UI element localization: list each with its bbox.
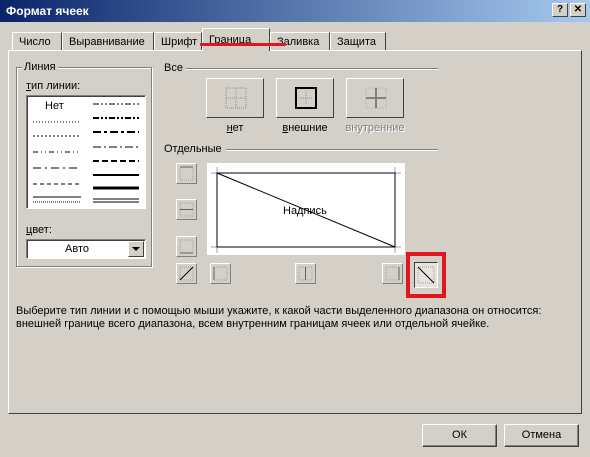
close-button[interactable]: ✕: [570, 3, 586, 17]
preview-text: Надпись: [283, 205, 327, 217]
tab-fill[interactable]: Заливка: [270, 32, 330, 50]
border-right-icon: [385, 266, 400, 281]
diagonal-up-icon: [179, 266, 194, 281]
color-dropdown[interactable]: Авто: [26, 239, 146, 259]
border-diagonal-down-button[interactable]: [414, 262, 438, 288]
ok-button[interactable]: ОК: [422, 424, 497, 447]
tab-protection[interactable]: Защита: [330, 32, 386, 50]
border-left-button[interactable]: [210, 263, 231, 284]
chevron-down-icon: [132, 247, 140, 251]
preset-none-icon: [225, 87, 247, 109]
line-group-label: Линия: [22, 61, 58, 73]
border-bottom-icon: [179, 239, 194, 254]
help-button[interactable]: ?: [552, 3, 568, 17]
border-top-icon: [179, 166, 194, 181]
tab-border[interactable]: Граница: [202, 28, 270, 51]
cancel-button[interactable]: Отмена: [504, 424, 579, 447]
border-inside-vertical-icon: [298, 266, 313, 281]
border-preview[interactable]: Надпись: [207, 163, 405, 255]
border-bottom-button[interactable]: [176, 236, 197, 257]
line-type-label: тип линии:: [26, 80, 81, 92]
line-style-swatches[interactable]: [27, 96, 145, 208]
diagonal-down-icon: [417, 266, 435, 284]
border-diagonal-up-button[interactable]: [176, 263, 197, 284]
border-divider: [226, 149, 438, 151]
tab-number[interactable]: Число: [12, 32, 62, 50]
hint-line-2: внешней границе всего диапазона, всем вн…: [16, 318, 490, 330]
border-inside-vertical-button[interactable]: [295, 263, 316, 284]
preset-inside-label: внутренние: [345, 122, 405, 134]
line-style-list[interactable]: Нет: [26, 95, 146, 209]
border-top-button[interactable]: [176, 163, 197, 184]
tab-font[interactable]: Шрифт: [154, 32, 202, 50]
preset-none-button[interactable]: [206, 78, 264, 118]
dropdown-button[interactable]: [128, 241, 144, 257]
preset-inside-icon: [365, 87, 387, 109]
border-group-label: Отдельные: [164, 143, 222, 155]
preset-none-label: нет: [226, 122, 244, 134]
border-inside-horizontal-icon: [179, 202, 194, 217]
color-value: Авто: [65, 243, 89, 255]
preset-inside-button[interactable]: [346, 78, 404, 118]
tab-alignment[interactable]: Выравнивание: [62, 32, 154, 50]
window-title: Формат ячеек: [6, 4, 89, 18]
presets-group-label: Все: [164, 62, 183, 74]
preset-outline-label: внешние: [282, 122, 328, 134]
preset-outline-icon: [295, 87, 317, 109]
preset-outline-button[interactable]: [276, 78, 334, 118]
border-inside-horizontal-button[interactable]: [176, 199, 197, 220]
border-left-icon: [213, 266, 228, 281]
presets-divider: [186, 68, 438, 70]
border-right-button[interactable]: [382, 263, 403, 284]
tab-underline-annotation: [200, 43, 286, 46]
hint-line-1: Выберите тип линии и с помощью мыши укаж…: [16, 305, 542, 317]
color-label: цвет:: [26, 224, 52, 236]
